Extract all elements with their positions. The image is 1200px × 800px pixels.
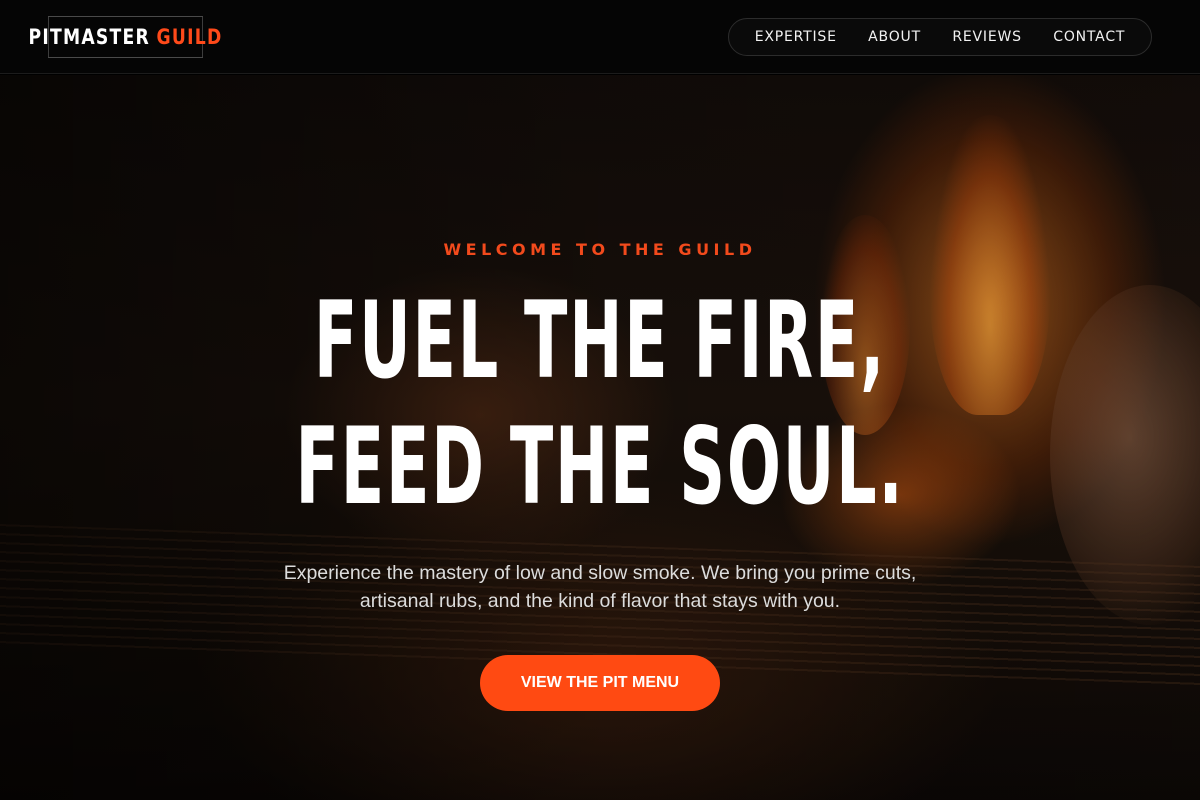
hero-eyebrow: WELCOME TO THE GUILD: [443, 240, 757, 259]
nav-link-about[interactable]: ABOUT: [862, 25, 927, 49]
site-logo[interactable]: PITMASTER GUILD: [28, 16, 221, 58]
view-pit-menu-button[interactable]: VIEW THE PIT MENU: [480, 655, 720, 711]
hero-headline-line-2: FEED THE SOUL.: [295, 405, 905, 528]
nav-link-reviews[interactable]: REVIEWS: [946, 25, 1027, 49]
nav-link-expertise[interactable]: EXPERTISE: [749, 25, 843, 49]
top-navigation-bar: PITMASTER GUILD EXPERTISE ABOUT REVIEWS …: [0, 0, 1200, 74]
nav-link-contact[interactable]: CONTACT: [1047, 25, 1131, 49]
logo-word-guild: GUILD: [156, 25, 223, 49]
hero-headline-line-1: FUEL THE FIRE,: [313, 279, 887, 402]
hero-lead-text: Experience the mastery of low and slow s…: [283, 562, 917, 612]
hero-section: WELCOME TO THE GUILD FUEL THE FIRE, FEED…: [0, 75, 1200, 800]
main-nav: EXPERTISE ABOUT REVIEWS CONTACT: [728, 18, 1152, 56]
hero-headline: FUEL THE FIRE, FEED THE SOUL.: [0, 278, 1200, 530]
logo-word-pitmaster: PITMASTER: [28, 25, 150, 49]
